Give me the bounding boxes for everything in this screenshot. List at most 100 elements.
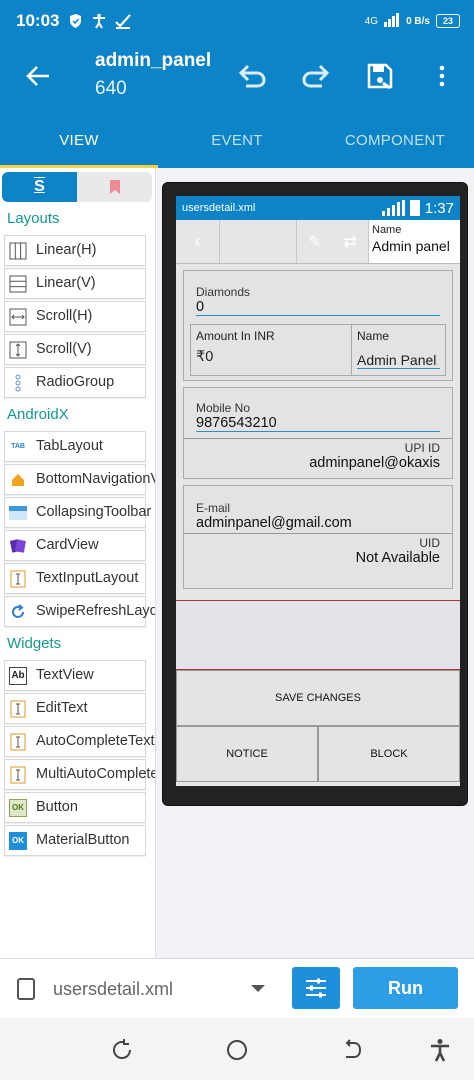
palette-item-collapsingtoolbar[interactable]: CollapsingToolbar: [4, 497, 151, 528]
recents-button[interactable]: [108, 1036, 136, 1064]
redo-icon: [302, 64, 330, 88]
palette-item-textinputlayout[interactable]: TextInputLayout: [4, 563, 146, 594]
palette-widgets-toggle[interactable]: S: [2, 172, 77, 202]
wallet-card: Diamonds 0 Amount In INR ₹0 Name Admin P…: [183, 270, 453, 381]
palette-item-label: BottomNavigationView: [36, 471, 155, 487]
palette-item-label: Linear(H): [36, 242, 97, 258]
pencil-icon[interactable]: ✎: [308, 232, 321, 252]
battery-icon: 23: [436, 14, 460, 28]
upi-value: adminpanel@okaxis: [309, 455, 440, 471]
arrow-left-icon: [26, 66, 49, 86]
shield-icon: [65, 11, 85, 31]
mobile-field[interactable]: 9876543210: [196, 415, 440, 432]
properties-button[interactable]: [292, 967, 340, 1009]
block-button[interactable]: BLOCK: [318, 726, 460, 782]
signal-icon: [384, 12, 400, 30]
app-title: admin_panel: [95, 50, 212, 71]
palette-item-autocompletetextview[interactable]: AutoCompleteTextView: [4, 726, 155, 757]
palette-item-label: CardView: [36, 537, 99, 553]
back-nav-button[interactable]: [338, 1036, 366, 1064]
palette-toggle: S: [2, 172, 152, 202]
palette-item-button[interactable]: OK Button: [4, 792, 146, 823]
preview-name-label: Name: [372, 224, 402, 236]
palette-item-label: Scroll(V): [36, 341, 92, 357]
home-button[interactable]: [223, 1036, 251, 1064]
more-options-button[interactable]: [422, 56, 462, 96]
back-button[interactable]: [20, 58, 56, 94]
uid-label: UID: [419, 536, 440, 550]
design-preview: usersdetail.xml 1:37 ‹ ✎ ⇄ Name Admin pa…: [156, 168, 474, 958]
chevron-down-icon[interactable]: [251, 985, 265, 992]
recents-icon: [113, 1039, 132, 1059]
back-nav-icon: [345, 1039, 362, 1058]
name-field[interactable]: Admin Panel: [357, 352, 440, 369]
palette-item-multiautocompletetextview[interactable]: MultiAutoCompleteTextView: [4, 759, 155, 790]
palette-item-label: EditText: [36, 700, 88, 716]
tab-event[interactable]: EVENT: [158, 112, 316, 168]
preview-name-box: Name Admin panel: [369, 220, 460, 263]
palette-item-textview[interactable]: Ab TextView: [4, 660, 146, 691]
diamonds-field[interactable]: 0: [196, 299, 440, 316]
run-button[interactable]: Run: [353, 967, 458, 1009]
action-buttons-row: NOTICE BLOCK: [176, 726, 460, 782]
tab-view[interactable]: VIEW: [0, 112, 158, 168]
name-label: Name: [357, 329, 390, 343]
bottom-bar: usersdetail.xml Run: [0, 958, 474, 1018]
notice-button[interactable]: NOTICE: [176, 726, 318, 782]
palette-item-tablayout[interactable]: TAB TabLayout: [4, 431, 146, 462]
save-changes-button[interactable]: SAVE CHANGES: [176, 670, 460, 726]
palette-item-cardview[interactable]: CardView: [4, 530, 146, 561]
section-layouts: Layouts: [7, 210, 60, 227]
palette-item-bottomnavigationview[interactable]: BottomNavigationView: [4, 464, 155, 495]
palette-item-linear-v[interactable]: Linear(V): [4, 268, 146, 299]
palette-item-edittext[interactable]: EditText: [4, 693, 146, 724]
palette-item-linear-h[interactable]: Linear(H): [4, 235, 146, 266]
palette-item-label: TextView: [36, 667, 94, 683]
preview-header-spacer: [220, 220, 297, 263]
palette-item-swiperefreshlayout[interactable]: SwipeRefreshLayout: [4, 596, 155, 627]
palette-item-label: AutoCompleteTextView: [36, 733, 155, 749]
file-selector[interactable]: usersdetail.xml: [53, 979, 173, 1000]
upi-label: UPI ID: [404, 441, 440, 455]
palette-item-radiogroup[interactable]: RadioGroup: [4, 367, 146, 398]
accessibility-nav-button[interactable]: [426, 1036, 454, 1064]
status-time: 10:03: [16, 11, 60, 30]
palette-item-scroll-h[interactable]: Scroll(H): [4, 301, 146, 332]
bookmark-icon: [109, 180, 120, 194]
preview-back-icon[interactable]: ‹: [176, 220, 220, 263]
amount-value: ₹0: [196, 349, 214, 365]
palette-item-label: SwipeRefreshLayout: [36, 603, 155, 619]
radiogroup-icon: [9, 374, 27, 392]
textview-icon: Ab: [9, 666, 27, 685]
save-button[interactable]: [360, 56, 400, 96]
preview-blank-area: [176, 600, 460, 670]
cards-icon: [9, 537, 27, 555]
phone-file-icon: [17, 978, 35, 1000]
swap-icon[interactable]: ⇄: [344, 232, 357, 252]
preview-header-row: ‹ ✎ ⇄ Name Admin panel: [176, 220, 460, 264]
palette-item-materialbutton[interactable]: OK MaterialButton: [4, 825, 146, 856]
preview-name-value: Admin panel: [372, 238, 450, 254]
scroll-h-icon: [9, 308, 27, 326]
palette-item-scroll-v[interactable]: Scroll(V): [4, 334, 146, 365]
amount-label: Amount In INR: [196, 329, 275, 343]
undo-button[interactable]: [232, 56, 272, 96]
palette-item-label: MultiAutoCompleteTextView: [36, 766, 155, 782]
preview-signal-icon: [381, 200, 405, 216]
palette-item-label: MaterialButton: [36, 832, 130, 848]
material-button-icon: OK: [9, 831, 27, 850]
palette-item-label: Scroll(H): [36, 308, 93, 324]
tune-icon: [306, 978, 326, 998]
system-nav-bar: [0, 1018, 474, 1080]
redo-button[interactable]: [296, 56, 336, 96]
preview-file-label: usersdetail.xml: [182, 202, 256, 214]
mobile-label: Mobile No: [196, 401, 251, 415]
title-block: admin_panel 640: [95, 50, 211, 100]
tab-component[interactable]: COMPONENT: [316, 112, 474, 168]
phone-frame: usersdetail.xml 1:37 ‹ ✎ ⇄ Name Admin pa…: [162, 182, 468, 806]
uid-value: Not Available: [355, 550, 440, 566]
preview-header-actions: ✎ ⇄: [297, 220, 369, 263]
network-speed: 0 B/s: [406, 15, 430, 27]
palette-bookmark-toggle[interactable]: [77, 172, 152, 202]
button-icon: OK: [9, 798, 27, 817]
